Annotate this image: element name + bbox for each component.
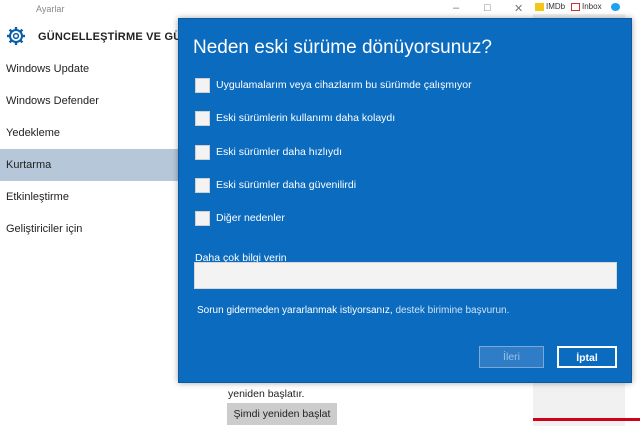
sidebar-item-gelistiriciler[interactable]: Geliştiriciler için [0,213,178,245]
sidebar-item-yedekleme[interactable]: Yedekleme [0,117,178,149]
sidebar-item-windows-defender[interactable]: Windows Defender [0,85,178,117]
bookmarks-bar: IMDb Inbox [533,0,640,14]
twitter-icon [611,2,620,11]
checkbox[interactable] [195,111,210,126]
sidebar-item-label: Windows Update [6,63,90,75]
sidebar-item-etkinlestirme[interactable]: Etkinleştirme [0,181,178,213]
settings-titlebar: Ayarlar – □ ✕ [0,0,533,20]
support-link[interactable]: destek birimine başvurun. [395,305,509,316]
restart-description: yeniden başlatır. [228,388,305,400]
checkbox-label: Eski sürümler daha hızlıydı [216,146,343,158]
sidebar-item-label: Geliştiriciler için [6,223,83,235]
red-divider [533,418,640,421]
next-button[interactable]: İleri [479,346,544,368]
dialog-title: Neden eski sürüme dönüyorsunuz? [193,37,492,58]
gear-icon [7,27,25,45]
bookmark-inbox[interactable]: Inbox [571,2,602,11]
bookmark-imdb[interactable]: IMDb [535,2,565,11]
checkbox[interactable] [195,78,210,93]
imdb-icon [535,2,544,11]
window-title: Ayarlar [36,4,65,14]
checkbox-label: Eski sürümler daha güvenilirdi [216,179,357,191]
sidebar-item-label: Yedekleme [6,127,61,139]
checkbox[interactable] [195,145,210,160]
minimize-icon[interactable]: – [453,2,459,14]
restart-now-button[interactable]: Şimdi yeniden başlat [227,403,337,425]
sidebar-item-label: Kurtarma [6,159,52,171]
checkbox[interactable] [195,211,210,226]
help-text-label: Sorun gidermeden yararlanmak istiyorsanı… [197,305,393,316]
close-icon[interactable]: ✕ [514,2,523,15]
checkbox-label: Eski sürümlerin kullanımı daha kolaydı [216,112,396,124]
sidebar-item-label: Windows Defender [6,95,99,107]
checkbox-label: Diğer nedenler [216,212,285,224]
sidebar-item-windows-update[interactable]: Windows Update [0,53,178,85]
maximize-icon[interactable]: □ [484,2,491,14]
rollback-reason-dialog: Neden eski sürüme dönüyorsunuz? Uygulama… [178,18,632,383]
help-text: Sorun gidermeden yararlanmak istiyorsanı… [197,305,509,316]
bookmark-label: IMDb [546,2,566,11]
bookmark-label: Inbox [582,2,602,11]
checkbox[interactable] [195,178,210,193]
gmail-icon [571,2,580,11]
checkbox-label: Uygulamalarım veya cihazlarım bu sürümde… [216,79,472,91]
sidebar-item-kurtarma[interactable]: Kurtarma [0,149,178,181]
sidebar-item-label: Etkinleştirme [6,191,69,203]
cancel-button[interactable]: İptal [557,346,617,368]
bookmark-twitter[interactable] [611,2,622,11]
more-info-input[interactable] [194,262,617,289]
